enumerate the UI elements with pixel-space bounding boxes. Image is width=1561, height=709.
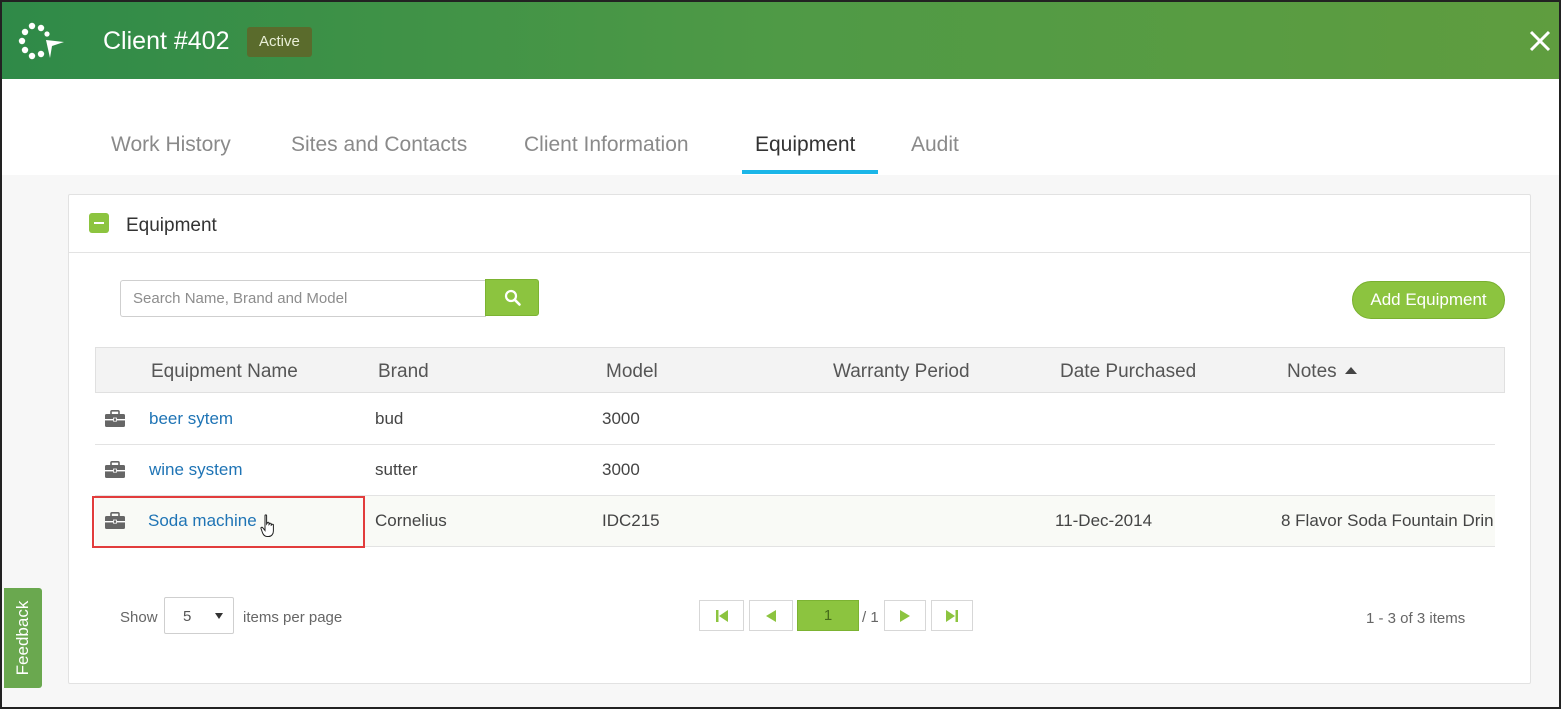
- tab-work-history[interactable]: Work History: [111, 133, 231, 157]
- first-page-icon: [715, 609, 728, 622]
- active-tab-indicator: [742, 170, 878, 174]
- date-purchased-cell: 11-Dec-2014: [1055, 511, 1153, 530]
- equipment-name-link[interactable]: beer sytem: [149, 409, 233, 429]
- client-header: Client #402 Active: [2, 2, 1559, 79]
- close-icon[interactable]: [1525, 26, 1555, 56]
- next-page-button[interactable]: [884, 600, 926, 631]
- client-title: Client #402: [103, 27, 230, 55]
- model-cell: IDC215: [602, 511, 660, 530]
- model-cell: 3000: [602, 460, 640, 479]
- column-header-warranty-period[interactable]: Warranty Period: [833, 361, 970, 383]
- current-page-input[interactable]: 1: [797, 600, 859, 631]
- table-row: Soda machine Cornelius IDC215 11-Dec-201…: [95, 496, 1495, 547]
- collapse-minus-icon[interactable]: [89, 213, 109, 233]
- column-header-model[interactable]: Model: [606, 361, 658, 383]
- page-size-select[interactable]: 5: [164, 597, 234, 634]
- show-label: Show: [120, 609, 158, 626]
- search-button[interactable]: [485, 279, 539, 316]
- dropdown-caret-icon: [215, 613, 223, 619]
- column-header-equipment-name[interactable]: Equipment Name: [151, 361, 298, 383]
- tab-audit[interactable]: Audit: [911, 133, 959, 157]
- notes-cell: 8 Flavor Soda Fountain Drin: [1281, 511, 1494, 530]
- search-input[interactable]: [120, 280, 486, 317]
- items-per-page-label: items per page: [243, 609, 343, 626]
- brand-cell: Cornelius: [375, 511, 447, 530]
- column-header-date-purchased[interactable]: Date Purchased: [1060, 361, 1196, 383]
- briefcase-icon: [105, 461, 125, 478]
- column-header-notes[interactable]: Notes: [1287, 361, 1357, 383]
- app-window: Client #402 Active Work History Sites an…: [0, 0, 1561, 709]
- sort-ascending-icon: [1344, 367, 1357, 374]
- equipment-name-link[interactable]: Soda machine: [148, 511, 257, 531]
- table-row: beer sytem bud 3000: [95, 394, 1495, 445]
- page-size-value: 5: [183, 608, 192, 625]
- brand-cell: sutter: [375, 460, 418, 479]
- last-page-icon: [946, 609, 958, 622]
- first-page-button[interactable]: [699, 600, 744, 631]
- column-header-brand[interactable]: Brand: [378, 361, 429, 383]
- status-badge: Active: [247, 27, 312, 57]
- equipment-panel: Equipment Add Equipment Equipment Name B…: [68, 194, 1531, 684]
- pager-summary: 1 - 3 of 3 items: [1366, 610, 1466, 627]
- last-page-button[interactable]: [931, 600, 973, 631]
- equipment-name-link[interactable]: wine system: [149, 460, 243, 480]
- column-header-notes-label: Notes: [1287, 361, 1337, 382]
- search-icon: [504, 289, 521, 306]
- tab-bar: Work History Sites and Contacts Client I…: [2, 79, 1559, 175]
- feedback-tab[interactable]: Feedback: [4, 588, 42, 688]
- logo-icon: [18, 22, 64, 60]
- tab-equipment[interactable]: Equipment: [755, 133, 855, 157]
- briefcase-icon: [105, 410, 125, 427]
- feedback-label: Feedback: [13, 600, 32, 676]
- briefcase-icon: [105, 512, 125, 529]
- panel-header: Equipment: [69, 195, 1530, 253]
- model-cell: 3000: [602, 409, 640, 428]
- hand-cursor-icon: [260, 514, 274, 537]
- previous-page-icon: [766, 609, 776, 622]
- table-row: wine system sutter 3000: [95, 445, 1495, 496]
- table-header: Equipment Name Brand Model Warranty Peri…: [95, 347, 1505, 393]
- add-equipment-button[interactable]: Add Equipment: [1352, 281, 1505, 319]
- tab-sites-and-contacts[interactable]: Sites and Contacts: [291, 133, 467, 157]
- next-page-icon: [900, 609, 910, 622]
- total-pages-label: / 1: [862, 609, 879, 626]
- panel-title: Equipment: [126, 215, 217, 236]
- brand-cell: bud: [375, 409, 404, 428]
- previous-page-button[interactable]: [749, 600, 793, 631]
- tab-client-information[interactable]: Client Information: [524, 133, 689, 157]
